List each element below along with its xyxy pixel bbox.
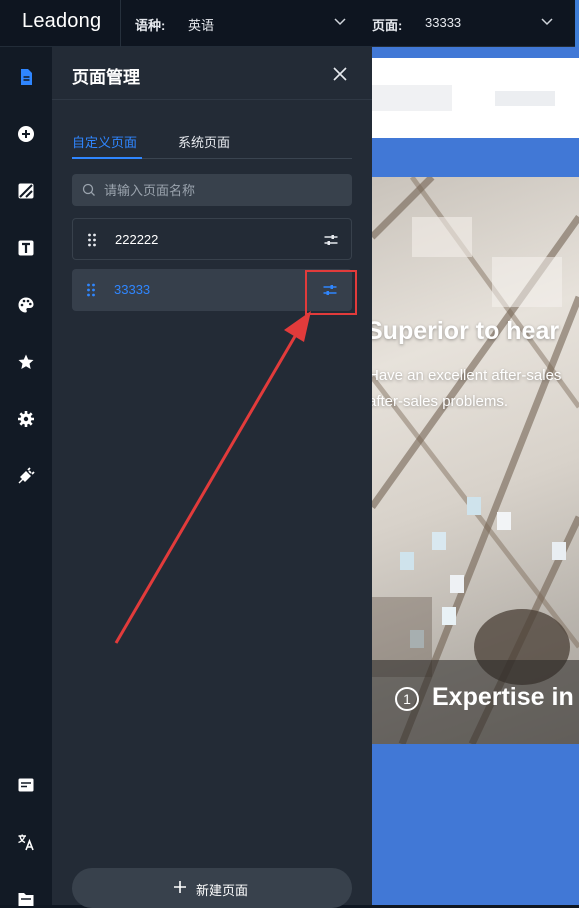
search-icon [82,183,95,196]
new-page-button[interactable]: 新建页面 [72,868,352,908]
preview-edge [575,0,579,47]
new-page-label: 新建页面 [196,883,249,898]
page-settings-icon[interactable] [323,232,339,248]
logo: Leadong [22,10,102,32]
translate-icon[interactable] [17,833,35,851]
page-management-panel: 页面管理 自定义页面 系统页面 222222 33333 [52,47,372,908]
page-label: 页面: [372,18,403,33]
highlight-box [305,270,357,315]
search-box [72,174,352,206]
hero-title: Superior to hear [372,317,560,345]
chevron-down-icon[interactable] [540,14,554,28]
placeholder-block [372,85,452,111]
top-bar: Leadong 语种: 英语 页面: 33333 [0,0,579,47]
hero-text-line: after-sales problems. [372,393,509,410]
drag-handle-icon[interactable] [87,233,97,247]
divider [52,99,372,100]
gear-icon[interactable] [17,410,35,428]
text-icon[interactable] [17,239,35,257]
placeholder-block [495,91,555,106]
panel-title: 页面管理 [72,68,140,87]
tool-rail [0,47,52,908]
page-list-item[interactable]: 222222 [72,218,352,260]
page-name: 222222 [115,232,159,247]
plugin-icon[interactable] [17,467,35,485]
form-icon[interactable] [17,776,35,794]
page-name: 33333 [114,282,151,297]
star-icon[interactable] [17,353,35,371]
tab-custom-pages[interactable]: 自定义页面 [72,132,137,151]
step-number: 1 [395,687,419,711]
divider [120,0,121,47]
page-icon[interactable] [17,68,35,86]
tab-system-pages[interactable]: 系统页面 [178,132,230,151]
folder-icon[interactable] [17,890,35,908]
palette-icon[interactable] [17,296,35,314]
page-select[interactable]: 33333 [425,15,461,30]
search-input[interactable] [104,174,344,206]
close-icon[interactable] [332,66,348,82]
add-circle-icon[interactable] [17,125,35,143]
language-label: 语种: [135,18,166,33]
drag-handle-icon[interactable] [86,283,96,297]
hero-text-line: Have an excellent after-sales [372,367,562,384]
site-preview: Superior to hear Have an excellent after… [372,47,579,905]
active-tab-indicator [72,157,142,159]
plus-icon [174,881,186,893]
office-photo [372,177,579,744]
preview-header [372,58,579,138]
image-icon[interactable] [17,182,35,200]
language-select[interactable]: 英语 [188,15,214,34]
hero-banner: Superior to hear Have an excellent after… [372,177,579,744]
chevron-down-icon[interactable] [333,14,347,28]
feature-heading: Expertise in [432,683,574,711]
